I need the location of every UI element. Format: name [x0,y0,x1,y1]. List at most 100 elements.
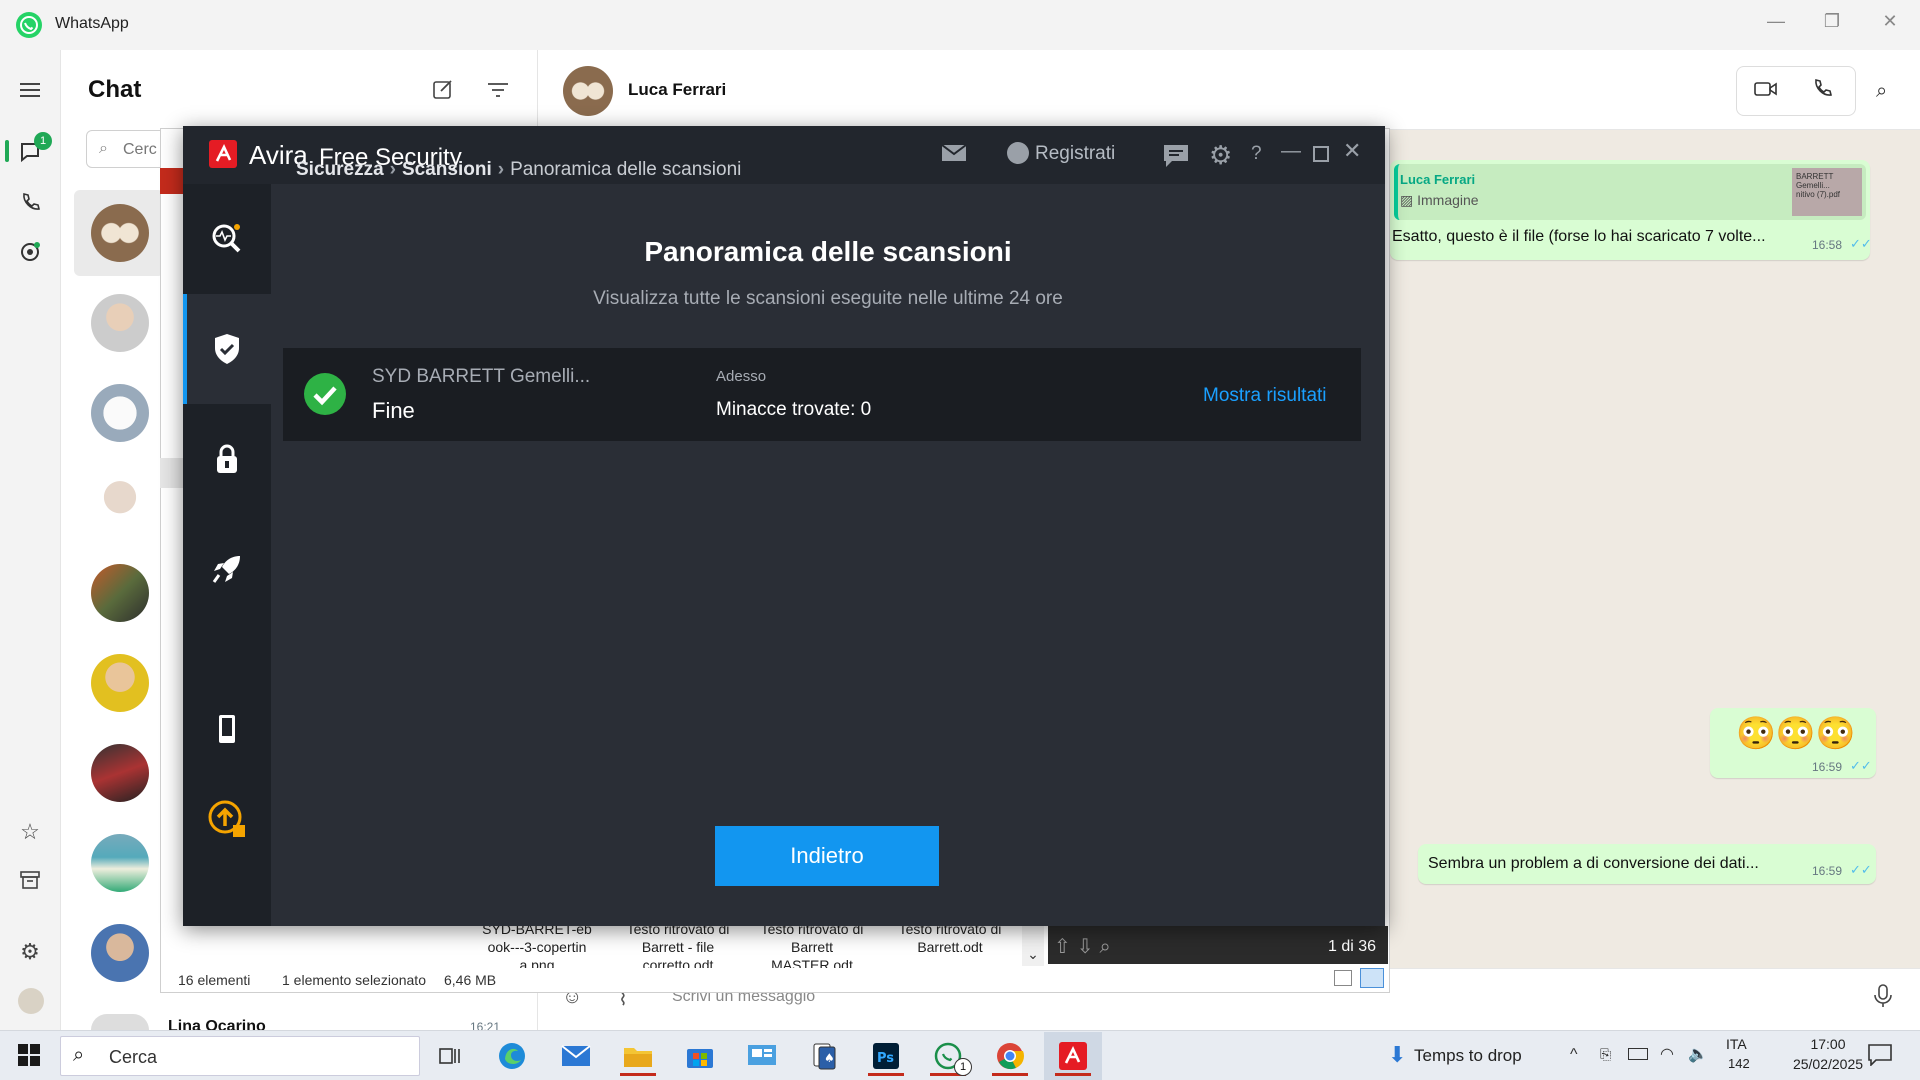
preview-nav-icons[interactable]: ⇧⇩⌕ [1054,934,1117,959]
weather-icon[interactable]: ⬇ [1388,1042,1406,1068]
video-call-icon[interactable] [1754,80,1778,98]
chat-avatar[interactable] [91,1014,149,1030]
scan-entry-row[interactable] [283,348,1361,441]
avira-minimize-button[interactable]: — [1281,140,1301,163]
page-counter: 1 di 36 [1328,938,1377,955]
new-chat-icon[interactable] [432,78,454,100]
file-item[interactable]: Testo ritrovato di Barrett.odt [890,920,1010,968]
contact-avatar[interactable] [563,66,613,116]
upgrade-icon[interactable] [183,774,271,864]
chat-avatar[interactable] [91,204,149,262]
battery-icon[interactable] [1628,1048,1648,1060]
tiles-view-icon[interactable] [1360,968,1384,988]
taskbar-search-label: Cerca [109,1047,158,1067]
file-item[interactable]: Testo ritrovato di Barrett - file corret… [618,920,738,968]
quoted-type: ▨ Immagine [1400,192,1479,208]
avira-close-button[interactable]: ✕ [1343,138,1361,164]
page-title: Panoramica delle scansioni [644,236,1012,267]
mobile-device-icon[interactable] [183,674,271,784]
avira-taskbar-icon[interactable] [1051,1036,1095,1076]
archive-icon[interactable] [14,864,46,896]
close-button[interactable]: ✕ [1870,6,1910,36]
clock-time[interactable]: 17:00 [1788,1036,1868,1052]
feedback-icon[interactable] [1163,144,1189,168]
message-text: 😳😳😳 [1736,715,1856,751]
input-language[interactable]: ITA [1726,1036,1747,1052]
status-icon[interactable] [14,236,46,268]
wifi-icon[interactable]: ◠ [1660,1044,1674,1064]
search-chat-icon[interactable]: ⌕ [1876,80,1887,103]
message-time: 16:58 [1812,238,1843,252]
details-view-icon[interactable] [1334,970,1352,986]
chat-avatar[interactable] [91,654,149,712]
microsoft-store-icon[interactable] [678,1036,722,1076]
chat-list-heading: Chat [88,76,142,103]
chat-avatar[interactable] [91,834,149,892]
control-panel-icon[interactable] [740,1036,784,1076]
settings-icon[interactable]: ⚙ [14,936,46,968]
chat-avatar[interactable] [91,474,149,532]
chat-avatar[interactable] [91,294,149,352]
window-title: WhatsApp [55,15,129,32]
taskbar-search-box[interactable]: ⌕ Cerca [60,1036,420,1076]
status-scan-icon[interactable] [183,184,271,294]
input-language-sub: 142 [1728,1056,1750,1071]
restore-button[interactable]: ❐ [1812,6,1852,36]
message-text: Sembra un problem a di conversione dei d… [1428,855,1759,872]
show-results-link[interactable]: Mostra risultati [1203,385,1327,407]
breadcrumb-security[interactable]: Sicurezza [296,159,384,181]
breadcrumb-scans[interactable]: Scansioni [402,159,492,181]
volume-icon[interactable]: 🔈 [1688,1044,1708,1064]
file-explorer-icon[interactable] [616,1036,660,1076]
starred-icon[interactable]: ☆ [14,816,46,848]
read-receipt-icon: ✓✓ [1850,862,1872,877]
read-receipt-icon: ✓✓ [1850,758,1872,773]
avira-window: Avira Free Security Registrati ⚙ ? — ✕ S… [183,126,1385,926]
edge-icon[interactable] [490,1036,534,1076]
solitaire-icon[interactable]: ♠ [802,1036,846,1076]
quoted-type-label: Immagine [1417,192,1479,208]
register-link[interactable]: Registrati [1035,143,1115,165]
weather-text[interactable]: Temps to drop [1414,1046,1522,1066]
mail-icon[interactable] [941,144,967,162]
performance-rocket-icon[interactable] [183,514,271,624]
avira-maximize-button[interactable] [1313,146,1329,162]
chat-avatar[interactable] [91,564,149,622]
menu-icon[interactable] [14,74,46,106]
active-section-indicator [183,294,187,404]
scroll-down-arrow[interactable]: ⌄ [1022,926,1044,966]
chat-avatar[interactable] [91,744,149,802]
notifications-icon[interactable] [1868,1044,1892,1066]
voice-call-icon[interactable] [1812,78,1832,98]
contact-name[interactable]: Luca Ferrari [628,80,726,100]
file-item[interactable]: Testo ritrovato di Barrett MASTER.odt [752,920,872,968]
chat-avatar[interactable] [91,924,149,982]
mail-app-icon[interactable] [554,1036,598,1076]
help-icon[interactable]: ? [1251,143,1262,165]
whatsapp-logo-icon [16,12,42,38]
start-button-icon[interactable] [18,1044,40,1066]
svg-text:♠: ♠ [824,1051,835,1065]
settings-gear-icon[interactable]: ⚙ [1209,140,1232,171]
profile-avatar[interactable] [18,988,44,1014]
security-shield-icon[interactable] [183,294,271,404]
calls-icon[interactable] [14,186,46,218]
file-item[interactable]: SYD-BARRET-eb ook---3-copertin a.png [482,920,592,968]
breadcrumb-separator: › [497,159,505,180]
minimize-button[interactable]: — [1756,6,1796,36]
usb-icon[interactable]: ⎘ [1600,1046,1611,1063]
page-subtitle: Visualizza tutte le scansioni eseguite n… [593,288,1063,309]
chat-avatar[interactable] [91,384,149,442]
microphone-icon[interactable] [1874,984,1892,1008]
back-button[interactable]: Indietro [715,826,939,886]
status-size: 6,46 MB [444,972,497,988]
filter-icon[interactable] [488,82,508,98]
privacy-lock-icon[interactable] [183,404,271,514]
chrome-icon[interactable] [988,1036,1032,1076]
clock-date[interactable]: 25/02/2025 [1782,1056,1874,1072]
task-view-icon[interactable] [428,1036,472,1076]
account-icon[interactable] [1007,142,1029,164]
read-receipt-icon: ✓✓ [1850,236,1872,251]
show-hidden-icons[interactable]: ^ [1570,1046,1578,1064]
photoshop-icon[interactable]: Ps [864,1036,908,1076]
